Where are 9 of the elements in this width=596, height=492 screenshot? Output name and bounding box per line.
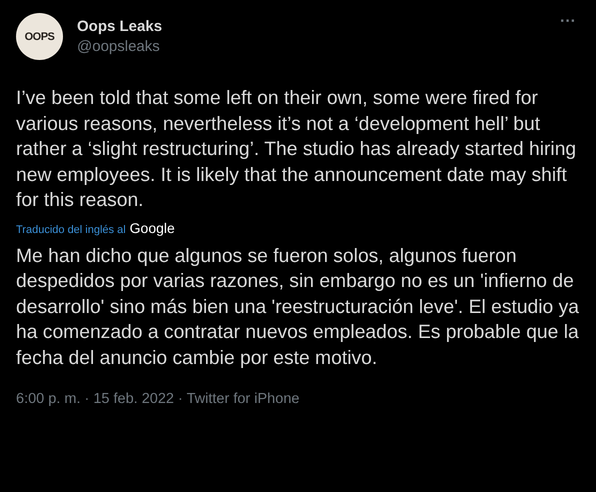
tweet-text: I’ve been told that some left on their own, some were fired for various reasons, nevertheless it’s not a ‘development hell’ but rather a ‘slight restructuring’. The studio has already started hiring new employees. It is likely that the announcement date may shift for this reason. [16, 87, 578, 213]
author-handle[interactable]: @oopsleaks [77, 38, 542, 55]
author-name[interactable]: Oops Leaks [77, 18, 542, 35]
tweet-metadata: 6:00 p. m. · 15 feb. 2022 · Twitter for iPhone [16, 391, 300, 407]
translated-text: Me han dicho que algunos se fueron solos, algunos fueron despedidos por varias razones, sin embargo no es un 'infierno de desarrollo' sino más bien una 'reestructuración leve'. El estudio ya ha comenzado a contratar nuevos empleados. Es probable que la fecha del anuncio cambie por este motivo. [16, 244, 580, 370]
translation-label: Traducido del inglés al [16, 224, 126, 236]
avatar[interactable]: OOPS [16, 13, 63, 60]
translation-provider[interactable]: Google [130, 220, 175, 236]
more-button[interactable]: ··· [556, 13, 580, 31]
